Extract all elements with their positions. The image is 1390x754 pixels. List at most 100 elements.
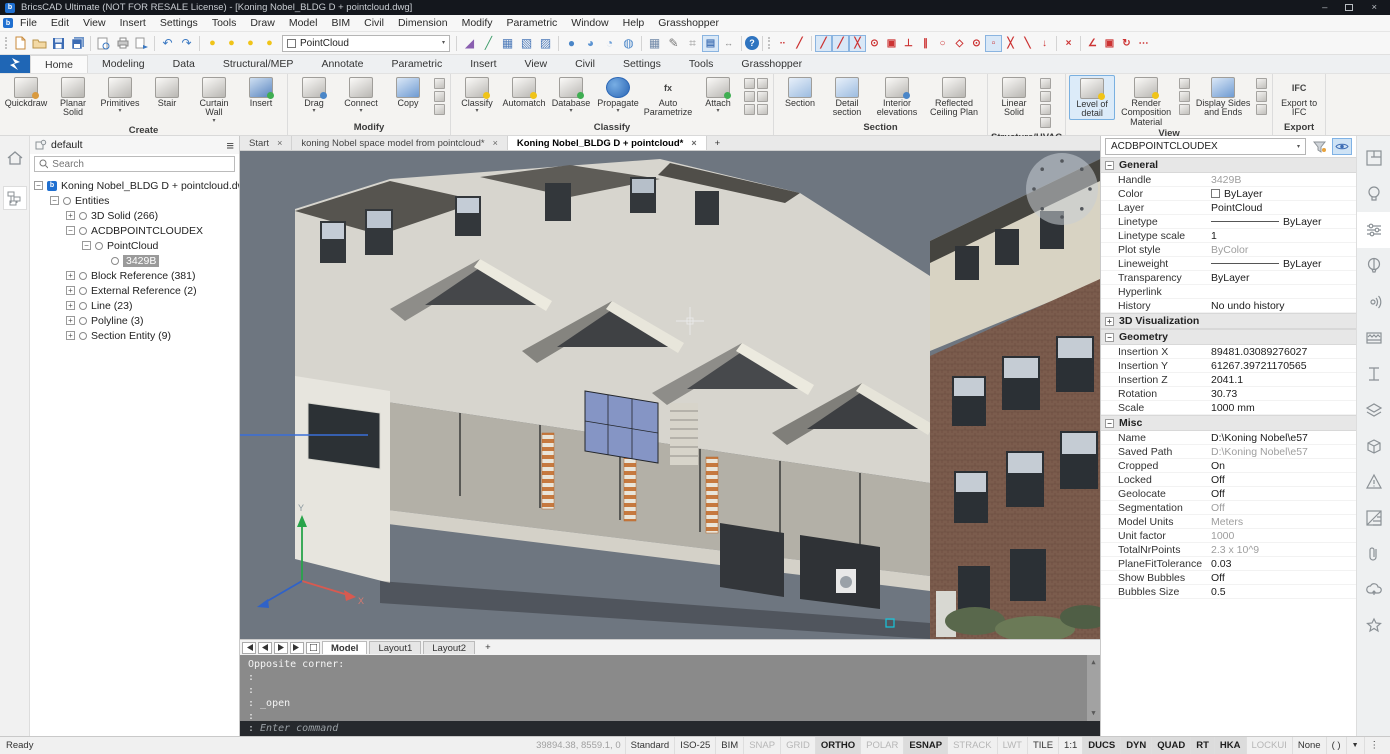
ribbon-button-insert[interactable]: Insert — [238, 75, 284, 108]
view-sphere-4-icon[interactable]: ◍ — [619, 34, 638, 53]
ribbon-button-primitives[interactable]: Primitives▾ — [97, 75, 143, 114]
snap-perpendicular-icon[interactable]: ⊥ — [900, 35, 917, 52]
prop-row-geolocate[interactable]: GeolocateOff — [1101, 487, 1356, 501]
maximize-button[interactable] — [1345, 4, 1353, 11]
status-ducs[interactable]: DUCS — [1082, 737, 1120, 754]
prop-row-plot-style[interactable]: Plot styleByColor — [1101, 243, 1356, 257]
tab-data[interactable]: Data — [159, 55, 209, 73]
snap-quadrant-icon[interactable]: ◇ — [951, 35, 968, 52]
prop-row-segmentation[interactable]: SegmentationOff — [1101, 501, 1356, 515]
ribbon-button-database[interactable]: Database▾ — [548, 75, 594, 114]
room-icon[interactable] — [744, 104, 755, 115]
tree-node-entities[interactable]: −Entities — [34, 193, 239, 208]
ribbon-button-drag[interactable]: Drag▾ — [291, 75, 337, 114]
tab-view[interactable]: View — [511, 55, 562, 73]
viewport-3d-scene[interactable]: Y X — [240, 151, 1100, 639]
ribbon-button-level-of-detail[interactable]: Level of detail — [1069, 75, 1115, 120]
status-lwt[interactable]: LWT — [997, 737, 1027, 754]
save-button[interactable] — [49, 34, 68, 53]
ribbon-button-reflected-ceiling-plan[interactable]: Reflected Ceiling Plan — [924, 75, 984, 118]
panel-components-icon[interactable] — [1357, 428, 1390, 464]
expand-icon[interactable]: + — [66, 301, 75, 310]
panel-bookmarks-icon[interactable] — [1357, 608, 1390, 644]
panel-properties-icon[interactable] — [1357, 212, 1390, 248]
layer-lock-icon[interactable]: ● — [241, 34, 260, 53]
layout-tab-layout1[interactable]: Layout1 — [369, 641, 421, 654]
snap-box-icon[interactable]: ▣ — [1101, 35, 1118, 52]
tab-structural-mep[interactable]: Structural/MEP — [209, 55, 308, 73]
visibility-icon[interactable] — [1332, 138, 1352, 155]
prop-row-history[interactable]: HistoryNo undo history — [1101, 299, 1356, 313]
ribbon-button-propagate[interactable]: Propagate▾ — [595, 75, 641, 114]
tab-grasshopper[interactable]: Grasshopper — [727, 55, 816, 73]
bulb-grid-1-icon[interactable] — [1179, 78, 1190, 89]
layout-list-button[interactable] — [306, 642, 320, 654]
status-tile[interactable]: TILE — [1027, 737, 1058, 754]
panel-issues-icon[interactable] — [1357, 464, 1390, 500]
status-standard[interactable]: Standard — [625, 737, 675, 754]
status-snap[interactable]: SNAP — [743, 737, 780, 754]
command-scrollbar[interactable]: ▲ ▼ — [1087, 655, 1100, 721]
prop-row-insertion-y[interactable]: Insertion Y61267.39721170565 — [1101, 359, 1356, 373]
collapse-icon[interactable]: − — [82, 241, 91, 250]
panel-floorplan-icon[interactable] — [1357, 140, 1390, 176]
snap-apparent-icon[interactable]: ⊙ — [968, 35, 985, 52]
menu-app-icon[interactable]: b — [3, 18, 13, 28]
menu-file[interactable]: File — [13, 16, 44, 30]
tag-icon[interactable] — [744, 78, 755, 89]
panel-balloon-icon[interactable] — [1357, 248, 1390, 284]
model-viewport[interactable]: Y X — [240, 151, 1100, 639]
menu-parametric[interactable]: Parametric — [500, 16, 565, 30]
layer-freeze-icon[interactable]: ● — [222, 34, 241, 53]
snap-track-icon[interactable]: ⋯ — [1135, 35, 1152, 52]
layer-plot-icon[interactable]: ● — [260, 34, 279, 53]
panel-profiles-icon[interactable] — [1357, 356, 1390, 392]
resize-grip[interactable]: ⋮ — [1364, 737, 1385, 754]
ribbon-button-display-sides-ends[interactable]: Display Sides and Ends — [1193, 75, 1253, 118]
section-misc[interactable]: −Misc — [1101, 415, 1356, 431]
tab-modeling[interactable]: Modeling — [88, 55, 159, 73]
panel-toggle-icon[interactable]: ▤ — [702, 35, 719, 52]
ribbon-button-automatch[interactable]: Automatch — [501, 75, 547, 108]
command-input[interactable]: : Enter command — [240, 721, 1100, 736]
ribbon-button-detail-section[interactable]: Detail section — [824, 75, 870, 118]
snap-nearest-icon[interactable]: ╱ — [815, 35, 832, 52]
zone-icon[interactable] — [757, 104, 768, 115]
status-annotation[interactable]: None — [1292, 737, 1326, 754]
next-layout-button[interactable] — [274, 642, 288, 654]
prop-row-insertion-x[interactable]: Insertion X89481.03089276027 — [1101, 345, 1356, 359]
scroll-down-icon[interactable]: ▼ — [1091, 707, 1095, 720]
panel-lamp-icon[interactable] — [1357, 176, 1390, 212]
ribbon-button-connect[interactable]: Connect▾ — [338, 75, 384, 114]
expand-icon[interactable]: + — [66, 286, 75, 295]
prop-row-totalnrpoints[interactable]: TotalNrPoints2.3 x 10^9 — [1101, 543, 1356, 557]
ribbon-button-planar-solid[interactable]: Planar Solid — [50, 75, 96, 118]
status-scale[interactable]: 1:1 — [1058, 737, 1082, 754]
tab-tools[interactable]: Tools — [675, 55, 728, 73]
panel-propagate-icon[interactable] — [1357, 284, 1390, 320]
snap-midpoint-icon[interactable]: ╱ — [791, 35, 808, 52]
prop-row-show-bubbles[interactable]: Show BubblesOff — [1101, 571, 1356, 585]
open-file-button[interactable] — [30, 34, 49, 53]
snap-none-icon[interactable]: × — [1060, 35, 1077, 52]
layout-tab-layout2[interactable]: Layout2 — [423, 641, 475, 654]
bim-classify-3-icon[interactable]: ▨ — [536, 34, 555, 53]
tree-node-3d-solid[interactable]: +3D Solid (266) — [34, 208, 239, 223]
ribbon-button-attach[interactable]: Attach▾ — [695, 75, 741, 114]
globe-icon[interactable] — [757, 91, 768, 102]
search-input[interactable] — [52, 159, 230, 170]
snap-endpoint-icon[interactable]: ∙∙ — [774, 35, 791, 52]
expand-icon[interactable]: + — [66, 316, 75, 325]
tree-node-line[interactable]: +Line (23) — [34, 298, 239, 313]
section-general[interactable]: −General — [1101, 157, 1356, 173]
collapse-icon[interactable]: − — [34, 181, 43, 190]
last-layout-button[interactable] — [290, 642, 304, 654]
snap-off-icon[interactable]: ╲ — [1019, 35, 1036, 52]
cube-iso-icon[interactable] — [1256, 104, 1267, 115]
close-icon[interactable]: × — [277, 138, 282, 148]
layer-dropdown[interactable]: PointCloud ▾ — [282, 35, 450, 52]
help-button[interactable]: ? — [745, 36, 759, 50]
ribbon-button-stair[interactable]: Stair — [144, 75, 190, 108]
ribbon-button-classify[interactable]: Classify▾ — [454, 75, 500, 114]
layout-tab-model[interactable]: Model — [322, 641, 367, 654]
